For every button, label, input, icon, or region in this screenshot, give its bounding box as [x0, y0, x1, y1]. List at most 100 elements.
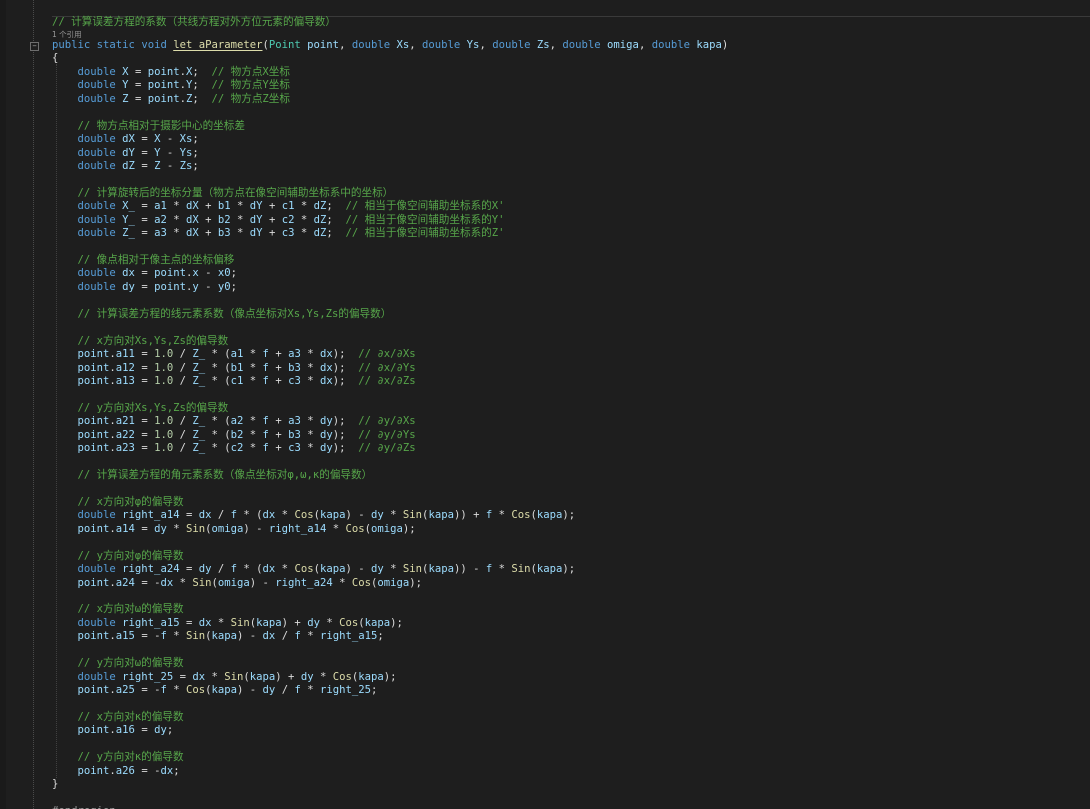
code-line[interactable]: double dX = X - Xs;	[52, 133, 199, 146]
code-line[interactable]: // 像点相对于像主点的坐标偏移	[52, 254, 235, 267]
identifier-token: kapa	[428, 563, 454, 576]
code-line[interactable]: // x方向对ω的偏导数	[52, 603, 184, 616]
method-call-token: Cos	[511, 509, 531, 522]
code-line[interactable]: // 计算误差方程的系数（共线方程对外方位元素的偏导数）	[52, 16, 336, 29]
code-line[interactable]: point.a12 = 1.0 / Z_ * (b1 * f + b3 * dx…	[52, 362, 416, 375]
code-line[interactable]: // x方向对κ的偏导数	[52, 711, 184, 724]
number-token: 1.0	[154, 361, 174, 374]
punctuation-token: =	[179, 616, 199, 629]
punctuation-token: {	[52, 52, 59, 65]
punctuation-token	[52, 187, 78, 199]
code-line[interactable]: double dx = point.x - x0;	[52, 267, 238, 280]
code-line[interactable]: point.a24 = -dx * Sin(omiga) - right_a24…	[52, 576, 423, 590]
punctuation-token: ;	[192, 65, 212, 78]
code-line[interactable]: // y方向对κ的偏导数	[52, 751, 184, 764]
punctuation-token: *	[300, 415, 320, 428]
code-line[interactable]: point.a23 = 1.0 / Z_ * (c2 * f + c3 * dy…	[52, 442, 416, 455]
code-line[interactable]: point.a25 = -f * Cos(kapa) - dy / f * ri…	[52, 684, 378, 697]
code-line[interactable]: // 物方点相对于摄影中心的坐标差	[52, 120, 245, 133]
punctuation-token	[52, 563, 78, 575]
code-line[interactable]: point.a14 = dy * Sin(omiga) - right_a14 …	[52, 523, 416, 536]
punctuation-token: * (	[205, 361, 231, 374]
punctuation-token: *	[211, 616, 231, 629]
code-line[interactable]: double Y = point.Y; // 物方点Y坐标	[52, 79, 290, 92]
method-call-token: Sin	[224, 670, 244, 683]
code-line[interactable]: }	[52, 778, 58, 791]
punctuation-token: * (	[237, 509, 263, 522]
comment-token: // 物方点相对于摄影中心的坐标差	[77, 119, 245, 132]
code-line[interactable]: double dy = point.y - y0;	[52, 280, 238, 294]
identifier-token: c3	[288, 442, 301, 455]
code-line[interactable]: point.a21 = 1.0 / Z_ * (a2 * f + a3 * dy…	[52, 415, 416, 428]
code-line[interactable]: point.a16 = dy;	[52, 724, 174, 737]
code-line[interactable]: public static void let_aParameter(Point …	[52, 39, 728, 52]
code-line[interactable]: point.a26 = -dx;	[52, 765, 180, 778]
comment-token: // 计算误差方程的线元素系数（像点坐标对Xs,Ys,Zs的偏导数）	[77, 307, 392, 320]
identifier-token: kapa	[536, 509, 563, 522]
code-line[interactable]: // 计算误差方程的角元素系数（像点坐标对φ,ω,κ的偏导数）	[52, 469, 373, 482]
punctuation-token: *	[166, 684, 186, 697]
identifier-token: point	[147, 65, 180, 78]
identifier-token: a1	[154, 200, 167, 213]
punctuation-token: *	[492, 563, 512, 576]
code-line[interactable]: double dZ = Z - Zs;	[52, 160, 199, 173]
punctuation-token: ) -	[249, 576, 276, 589]
code-line[interactable]: {	[52, 52, 58, 65]
collapse-method-icon[interactable]: −	[30, 42, 39, 51]
code-line[interactable]: double Z = point.Z; // 物方点Z坐标	[52, 93, 290, 106]
code-line[interactable]: point.a22 = 1.0 / Z_ * (b2 * f + b3 * dy…	[52, 429, 416, 442]
identifier-token: kapa	[319, 509, 346, 522]
code-line[interactable]: // y方向对Xs,Ys,Zs的偏导数	[52, 402, 229, 415]
identifier-token: a3	[288, 348, 301, 361]
code-line[interactable]: // 计算误差方程的线元素系数（像点坐标对Xs,Ys,Zs的偏导数）	[52, 307, 392, 321]
code-line[interactable]: // y方向对φ的偏导数	[52, 550, 184, 563]
code-line[interactable]: // y方向对ω的偏导数	[52, 657, 184, 670]
number-token: 1.0	[154, 348, 174, 361]
punctuation-token: *	[230, 213, 250, 226]
code-line[interactable]: #endregion	[52, 805, 116, 809]
code-line[interactable]: point.a13 = 1.0 / Z_ * (c1 * f + c3 * dx…	[52, 375, 416, 388]
code-line[interactable]: double right_a14 = dx / f * (dx * Cos(ka…	[52, 509, 576, 522]
code-line[interactable]: // x方向对φ的偏导数	[52, 496, 184, 509]
identifier-token: dy	[122, 280, 135, 293]
identifier-token: dy	[154, 724, 167, 737]
identifier-token: dy	[154, 522, 167, 535]
punctuation-token: +	[268, 415, 289, 428]
punctuation-token	[52, 765, 78, 777]
code-line[interactable]: point.a15 = -f * Sin(kapa) - dx / f * ri…	[52, 630, 384, 643]
punctuation-token: /	[173, 361, 193, 374]
identifier-token: point	[77, 522, 110, 535]
code-line[interactable]: double Y_ = a2 * dX + b2 * dY + c2 * dZ;…	[52, 214, 505, 227]
code-line[interactable]: double dY = Y - Ys;	[52, 147, 199, 160]
punctuation-token: *	[230, 227, 250, 240]
identifier-token: Z_	[192, 348, 206, 361]
punctuation-token: *	[492, 509, 512, 522]
identifier-token: dZ	[313, 200, 327, 213]
code-line[interactable]: double Z_ = a3 * dX + b3 * dY + c3 * dZ;…	[52, 227, 505, 240]
identifier-token: Z_	[192, 428, 206, 441]
punctuation-token: *	[275, 509, 295, 522]
code-line[interactable]: double X = point.X; // 物方点X坐标	[52, 66, 290, 79]
comment-token: // 相当于像空间辅助坐标系的X'	[345, 200, 505, 213]
code-editor[interactable]: − 1 个引用 // 计算误差方程的系数（共线方程对外方位元素的偏导数） publ…	[0, 0, 1090, 809]
identifier-token: point	[77, 361, 110, 374]
punctuation-token	[52, 711, 78, 723]
code-line[interactable]: double X_ = a1 * dX + b1 * dY + c1 * dZ;…	[52, 200, 505, 213]
code-line[interactable]: point.a11 = 1.0 / Z_ * (a1 * f + a3 * dx…	[52, 348, 416, 361]
punctuation-token: *	[230, 200, 250, 213]
code-line[interactable]: double right_a24 = dy / f * (dx * Cos(ka…	[52, 563, 576, 576]
punctuation-token: /	[211, 509, 231, 522]
punctuation-token: * (	[205, 348, 231, 361]
code-line[interactable]: double right_a15 = dx * Sin(kapa) + dy *…	[52, 617, 403, 630]
code-line[interactable]: double right_25 = dx * Sin(kapa) + dy * …	[52, 671, 397, 684]
punctuation-token: );	[332, 428, 359, 441]
identifier-token: dx	[160, 764, 174, 777]
code-line[interactable]: // x方向对Xs,Ys,Zs的偏导数	[52, 335, 229, 348]
punctuation-token: ;	[230, 280, 238, 293]
punctuation-token	[52, 671, 78, 683]
identifier-token: dZ	[313, 213, 327, 226]
code-line[interactable]: // 计算旋转后的坐标分量（物方点在像空间辅助坐标系中的坐标）	[52, 187, 394, 200]
identifier-token: dY	[249, 200, 263, 213]
identifier-token: point	[77, 442, 110, 455]
identifier-token: dX	[122, 133, 135, 146]
